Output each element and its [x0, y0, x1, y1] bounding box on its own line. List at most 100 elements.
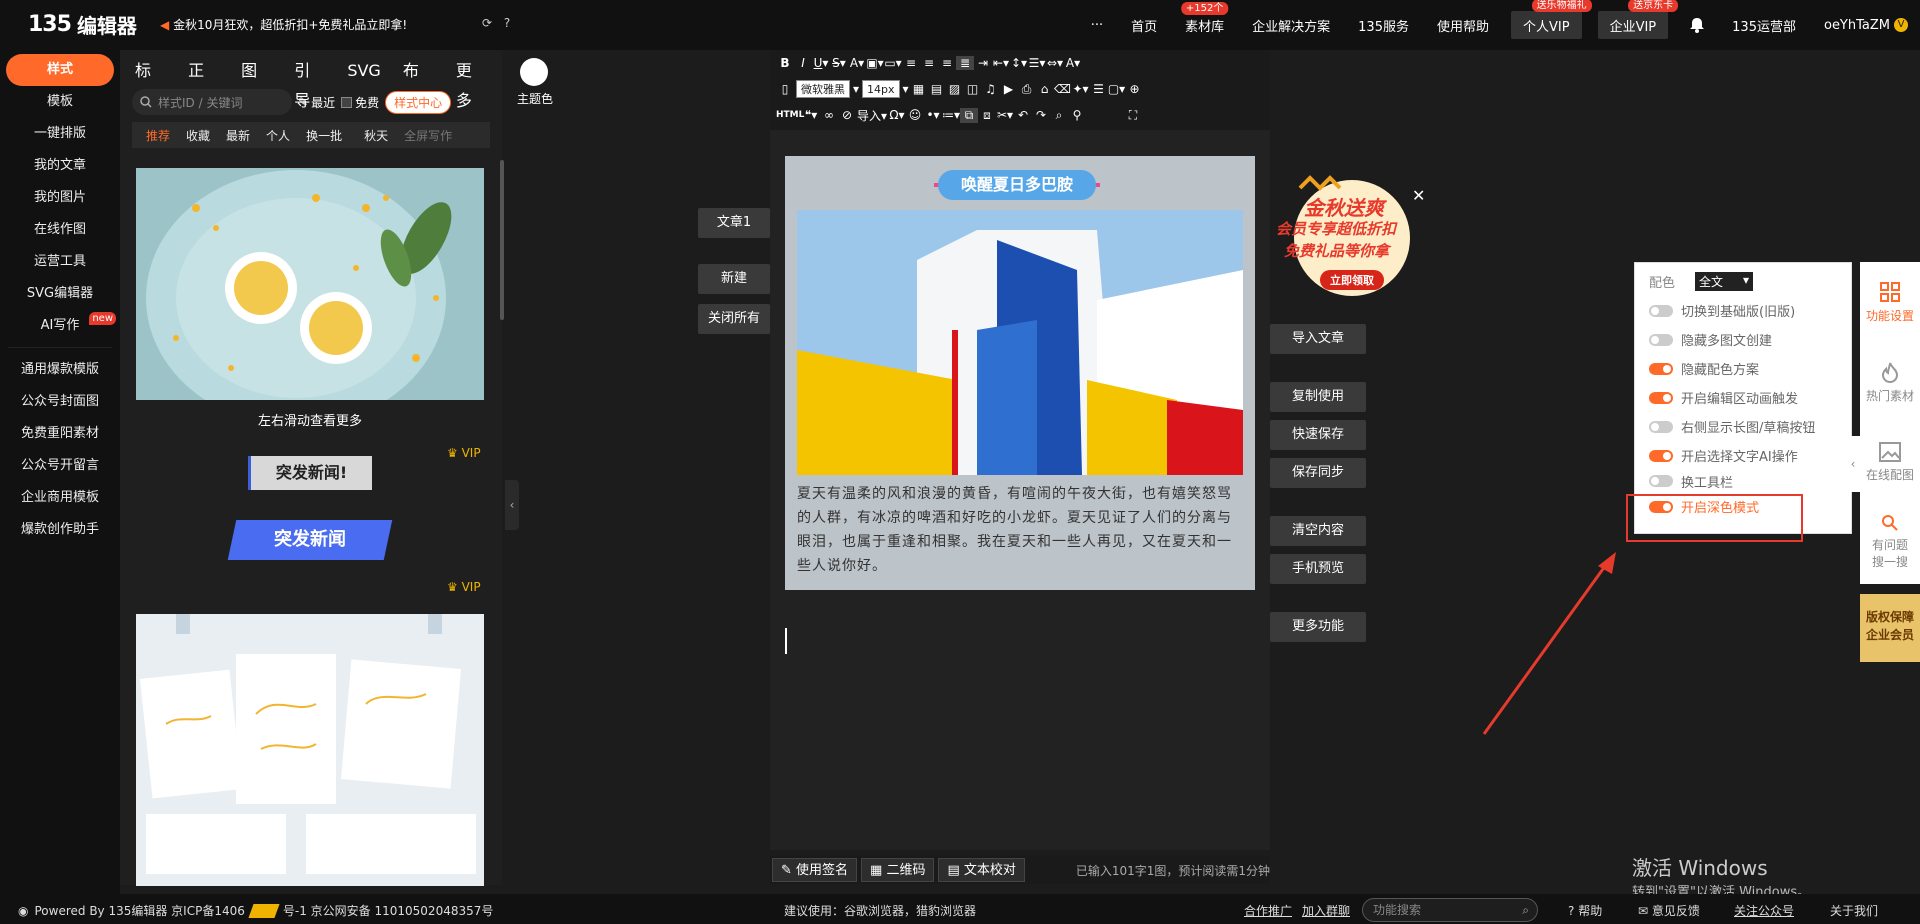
video-icon[interactable]: ▶ [1000, 82, 1018, 96]
redo-icon[interactable]: ↷ [1032, 108, 1050, 122]
style-card-wedding-image[interactable] [136, 614, 484, 886]
list-icon[interactable]: ☰ [1090, 82, 1108, 96]
toggle[interactable] [1649, 449, 1673, 462]
setting-side-buttons[interactable]: 右侧显示长图/草稿按钮 [1635, 412, 1851, 441]
nav-help[interactable]: 使用帮助 [1423, 0, 1503, 50]
gallery-icon[interactable]: ◫ [964, 82, 982, 96]
style-search-input[interactable]: 样式ID / 关键词 [132, 89, 292, 115]
free-checkbox[interactable]: 免费 [341, 94, 379, 111]
close-icon[interactable]: ✕ [1412, 186, 1425, 205]
music-icon[interactable]: ♫ [982, 82, 1000, 96]
table-icon[interactable]: ▦ [910, 82, 928, 96]
eraser-icon[interactable]: ⌫ [1054, 82, 1072, 96]
tab-title[interactable]: 标题 [124, 56, 177, 110]
sidebar-item-ops-tools[interactable]: 运营工具 [0, 246, 120, 278]
setting-hide-multi-article[interactable]: 隐藏多图文创建 [1635, 325, 1851, 354]
sidebar-item-my-images[interactable]: 我的图片 [0, 182, 120, 214]
underline-icon[interactable]: U▾ [812, 56, 830, 70]
cut-icon[interactable]: ✂▾ [996, 108, 1014, 122]
enterprise-vip-button[interactable]: 送京东卡 企业VIP [1597, 0, 1679, 39]
setting-editor-animation[interactable]: 开启编辑区动画触发 [1635, 383, 1851, 412]
sidebar-item-ai-writing[interactable]: AI写作 new [0, 310, 120, 342]
import-button[interactable]: 导入▾ [856, 107, 888, 124]
image-icon[interactable]: ▨ [946, 82, 964, 96]
filter-personal[interactable]: 个人 [258, 127, 298, 144]
format-icon[interactable]: ⧉ [960, 107, 978, 123]
help-link[interactable]: ? 帮助 [1568, 902, 1602, 919]
article-image[interactable] [797, 210, 1243, 475]
text-transform-icon[interactable]: A▾ [1064, 56, 1082, 70]
italic-icon[interactable]: I [794, 56, 812, 70]
sidebar-item-one-click-layout[interactable]: 一键排版 [0, 118, 120, 150]
style-card-breaking-news-1[interactable]: 突发新闻! [248, 456, 372, 490]
more-functions-button[interactable]: 更多功能 [1270, 612, 1366, 642]
style-card-breaking-news-2[interactable]: 突发新闻 [227, 520, 393, 560]
sidebar-item-open-comments[interactable]: 公众号开留言 [0, 450, 120, 482]
font-color-icon[interactable]: A▾ [848, 56, 866, 70]
article-title[interactable]: 唤醒夏日多巴胺 [938, 170, 1096, 200]
frame-icon[interactable]: ▢▾ [1108, 82, 1126, 96]
sidebar-item-creation-assistant[interactable]: 爆款创作助手 [0, 514, 120, 546]
new-article-button[interactable]: 新建 [698, 264, 770, 294]
table-grid-icon[interactable]: ▤ [928, 82, 946, 96]
border-icon[interactable]: ▭▾ [884, 56, 902, 70]
filter-latest[interactable]: 最新 [218, 127, 258, 144]
org-name[interactable]: 135运营部 [1718, 0, 1810, 50]
recent-filter[interactable]: ✎ 最近 [298, 94, 335, 111]
function-search-input[interactable]: 功能搜索 ⌕ [1362, 898, 1538, 922]
style-panel-scrollbar[interactable] [500, 160, 504, 320]
close-all-button[interactable]: 关闭所有 [698, 304, 770, 334]
filter-recommended[interactable]: 推荐 [138, 127, 178, 144]
sidebar-item-svg-editor[interactable]: SVG编辑器 [0, 278, 120, 310]
sidebar-item-my-articles[interactable]: 我的文章 [0, 150, 120, 182]
nav-home[interactable]: 首页 [1117, 0, 1171, 50]
home-icon[interactable]: ⌂ [1036, 82, 1054, 96]
about-link[interactable]: 关于我们 [1830, 902, 1878, 919]
document-icon[interactable]: ▯ [776, 82, 794, 96]
setting-hide-color-scheme[interactable]: 隐藏配色方案 [1635, 354, 1851, 383]
color-scope-select[interactable]: 全文 ▾ [1695, 272, 1754, 291]
tab-image-text[interactable]: 图文 [230, 56, 283, 110]
align-left-icon[interactable]: ≡ [902, 56, 920, 70]
strikethrough-icon[interactable]: S▾ [830, 56, 848, 70]
outdent-icon[interactable]: ⇤▾ [992, 56, 1010, 70]
numbered-list-icon[interactable]: ≔▾ [942, 108, 960, 122]
mobile-preview-button[interactable]: 手机预览 [1270, 554, 1366, 584]
toggle[interactable] [1649, 475, 1673, 487]
align-center-icon[interactable]: ≡ [920, 56, 938, 70]
save-sync-button[interactable]: 保存同步 [1270, 458, 1366, 488]
find-replace-icon[interactable]: ⌕ [1050, 108, 1068, 123]
location-icon[interactable]: ⚲ [1068, 108, 1086, 122]
bold-icon[interactable]: B [776, 56, 794, 70]
help-icon[interactable]: ? [500, 16, 514, 30]
tab-guide[interactable]: 引导 [283, 56, 336, 110]
article-paragraph[interactable]: 夏天有温柔的风和浪漫的黄昏，有喧闹的午夜大街，也有嬉笑怒骂的人群，有冰凉的啤酒和… [797, 482, 1245, 578]
qrcode-button[interactable]: ▦ 二维码 [861, 858, 935, 882]
sidebar-item-templates[interactable]: 模板 [0, 86, 120, 118]
fullscreen-writing[interactable]: 全屏写作 [396, 127, 460, 144]
tab-layout[interactable]: 布局 [392, 56, 445, 110]
hot-materials-tool[interactable]: 热门素材 [1860, 342, 1920, 422]
copy-use-button[interactable]: 复制使用 [1270, 382, 1366, 412]
format-paint-icon[interactable]: ⧈ [978, 108, 996, 123]
filter-refresh-batch[interactable]: 换一批 [298, 127, 350, 144]
filter-favorites[interactable]: 收藏 [178, 127, 218, 144]
omega-icon[interactable]: Ω▾ [888, 108, 906, 122]
promo-ad-popup[interactable]: 金秋送爽 会员专享超低折扣 免费礼品等你拿 立即领取 [1270, 168, 1430, 304]
sidebar-item-chongyang-materials[interactable]: 免费重阳素材 [0, 418, 120, 450]
panel-collapse-handle[interactable]: ‹ [505, 480, 519, 530]
sidebar-item-commercial-templates[interactable]: 企业商用模板 [0, 482, 120, 514]
sidebar-item-viral-templates[interactable]: 通用爆款模版 [0, 354, 120, 386]
ad-cta-button[interactable]: 立即领取 [1320, 270, 1384, 290]
quick-save-button[interactable]: 快速保存 [1270, 420, 1366, 450]
undo-icon[interactable]: ↶ [1014, 108, 1032, 122]
style-center-button[interactable]: 样式中心 [385, 90, 452, 114]
nav-materials[interactable]: +152个 素材库 [1171, 0, 1238, 50]
print-icon[interactable]: ⎙ [1018, 82, 1036, 97]
line-height-icon[interactable]: ↕▾ [1010, 56, 1028, 70]
tab-more[interactable]: 更多 [445, 56, 498, 110]
theme-color-picker[interactable] [520, 58, 548, 86]
signature-button[interactable]: ✎ 使用签名 [772, 858, 858, 882]
function-settings-tool[interactable]: 功能设置 [1860, 262, 1920, 342]
partnership-link[interactable]: 合作推广 [1244, 902, 1292, 919]
